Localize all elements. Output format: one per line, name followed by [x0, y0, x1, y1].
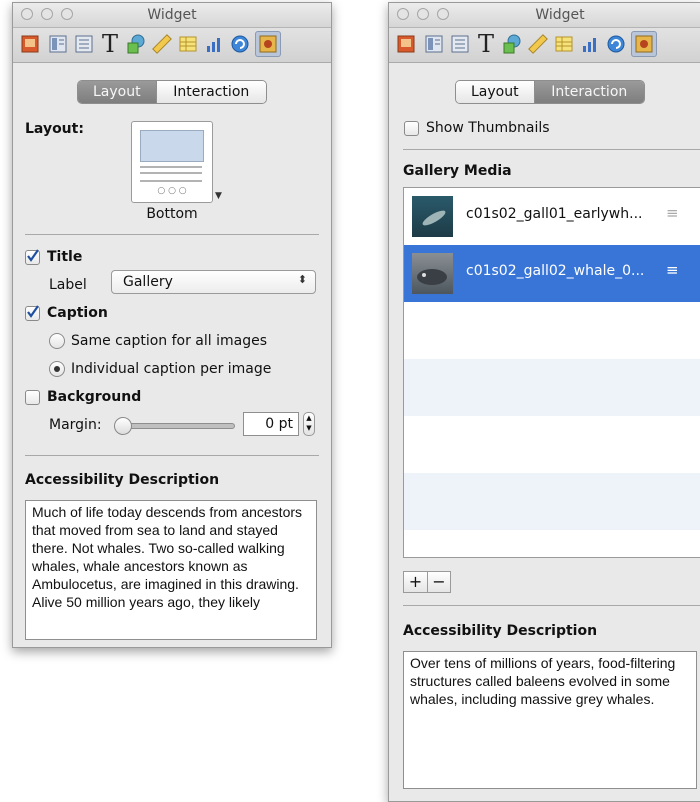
inspector-tabs: Layout Interaction	[455, 80, 645, 104]
title-checkbox[interactable]	[25, 249, 40, 265]
layout-inspector-icon[interactable]	[421, 31, 447, 57]
title-bar[interactable]: Widget	[13, 3, 331, 28]
gallery-media-list[interactable]: c01s02_gall01_earlywh... ≡ c01s02_gall02…	[403, 187, 700, 558]
table-inspector-icon[interactable]	[175, 31, 201, 57]
drag-handle-icon[interactable]: ≡	[666, 204, 679, 222]
margin-slider[interactable]	[114, 417, 235, 435]
show-thumbnails-label: Show Thumbnails	[426, 120, 550, 136]
whale-thumbnail-image	[412, 196, 453, 237]
layout-inspector-icon[interactable]	[45, 31, 71, 57]
tab-interaction[interactable]: Interaction	[533, 81, 644, 103]
chart-inspector-icon[interactable]	[577, 31, 603, 57]
radio-same-caption-label: Same caption for all images	[71, 333, 268, 349]
remove-media-button[interactable]: −	[428, 572, 450, 592]
shape-inspector-icon[interactable]	[123, 31, 149, 57]
text-inspector-icon[interactable]: T	[473, 31, 499, 57]
tab-layout[interactable]: Layout	[456, 81, 534, 103]
label-field-label: Label	[49, 277, 87, 293]
link-inspector-icon[interactable]	[227, 31, 253, 57]
label-select-value: Gallery	[123, 274, 173, 290]
inspector-tabs: Layout Interaction	[77, 80, 267, 104]
title-label: Title	[47, 249, 83, 265]
layout-option-name: Bottom	[146, 206, 198, 222]
shape-inspector-icon[interactable]	[499, 31, 525, 57]
widget-layout-icon[interactable]	[447, 31, 473, 57]
background-label: Background	[47, 389, 142, 405]
slider-knob[interactable]	[114, 417, 132, 435]
inspector-window-interaction: Widget T Layout Interaction Show Thumbna…	[388, 2, 700, 802]
window-title: Widget	[147, 7, 197, 23]
add-remove-buttons: + −	[403, 571, 451, 593]
layout-label: Layout:	[25, 121, 84, 137]
pager-dots-icon: ○ ○ ○	[157, 186, 187, 196]
accessibility-header: Accessibility Description	[25, 472, 220, 488]
link-inspector-icon[interactable]	[603, 31, 629, 57]
layout-thumbnail-picker[interactable]: ○ ○ ○	[131, 121, 213, 203]
document-inspector-icon[interactable]	[17, 31, 43, 57]
widget-layout-icon[interactable]	[71, 31, 97, 57]
text-inspector-icon[interactable]: T	[97, 31, 123, 57]
chart-inspector-icon[interactable]	[201, 31, 227, 57]
drag-handle-icon[interactable]: ≡	[666, 261, 679, 279]
radio-same-caption[interactable]	[49, 333, 65, 349]
list-item-selected[interactable]: c01s02_gall02_whale_0... ≡	[404, 245, 700, 302]
window-title: Widget	[535, 7, 585, 23]
title-bar[interactable]: Widget	[389, 3, 700, 28]
ruler-inspector-icon[interactable]	[149, 31, 175, 57]
add-media-button[interactable]: +	[404, 572, 427, 592]
list-item[interactable]: c01s02_gall01_earlywh... ≡	[404, 188, 700, 245]
select-updown-icon: ⬍	[297, 273, 307, 286]
background-checkbox[interactable]	[25, 390, 40, 405]
widget-inspector-icon[interactable]	[255, 31, 281, 57]
layout-image-preview	[140, 130, 204, 162]
whale-thumbnail-image	[412, 253, 453, 294]
accessibility-textarea[interactable]: Over tens of millions of years, food-fil…	[403, 651, 697, 789]
radio-individual-caption-label: Individual caption per image	[71, 361, 272, 377]
margin-label: Margin:	[49, 417, 102, 433]
radio-individual-caption[interactable]	[49, 361, 65, 377]
tab-interaction[interactable]: Interaction	[155, 81, 266, 103]
inspector-toolbar: T	[13, 28, 331, 63]
widget-inspector-icon[interactable]	[631, 31, 657, 57]
margin-input[interactable]: 0 pt	[243, 412, 299, 436]
table-inspector-icon[interactable]	[551, 31, 577, 57]
inspector-window-layout: Widget T Layout Interaction Layout: ○ ○ …	[12, 2, 332, 648]
margin-stepper[interactable]: ▲ ▼	[303, 412, 315, 436]
empty-row	[404, 416, 700, 473]
empty-row	[404, 302, 700, 359]
media-filename: c01s02_gall01_earlywh...	[466, 206, 643, 222]
gallery-media-header: Gallery Media	[403, 163, 512, 179]
ruler-inspector-icon[interactable]	[525, 31, 551, 57]
empty-row	[404, 530, 700, 557]
inspector-toolbar: T	[389, 28, 700, 63]
accessibility-textarea[interactable]: Much of life today descends from ancesto…	[25, 500, 317, 640]
caption-checkbox[interactable]	[25, 305, 40, 321]
empty-row	[404, 359, 700, 416]
empty-row	[404, 473, 700, 530]
caption-label: Caption	[47, 305, 108, 321]
media-filename: c01s02_gall02_whale_0...	[466, 263, 645, 279]
layout-dropdown-arrow-icon[interactable]: ▼	[215, 191, 222, 201]
show-thumbnails-checkbox[interactable]	[404, 121, 419, 136]
tab-layout[interactable]: Layout	[78, 81, 156, 103]
accessibility-header: Accessibility Description	[403, 623, 598, 639]
label-select[interactable]: Gallery ⬍	[111, 270, 316, 294]
document-inspector-icon[interactable]	[393, 31, 419, 57]
